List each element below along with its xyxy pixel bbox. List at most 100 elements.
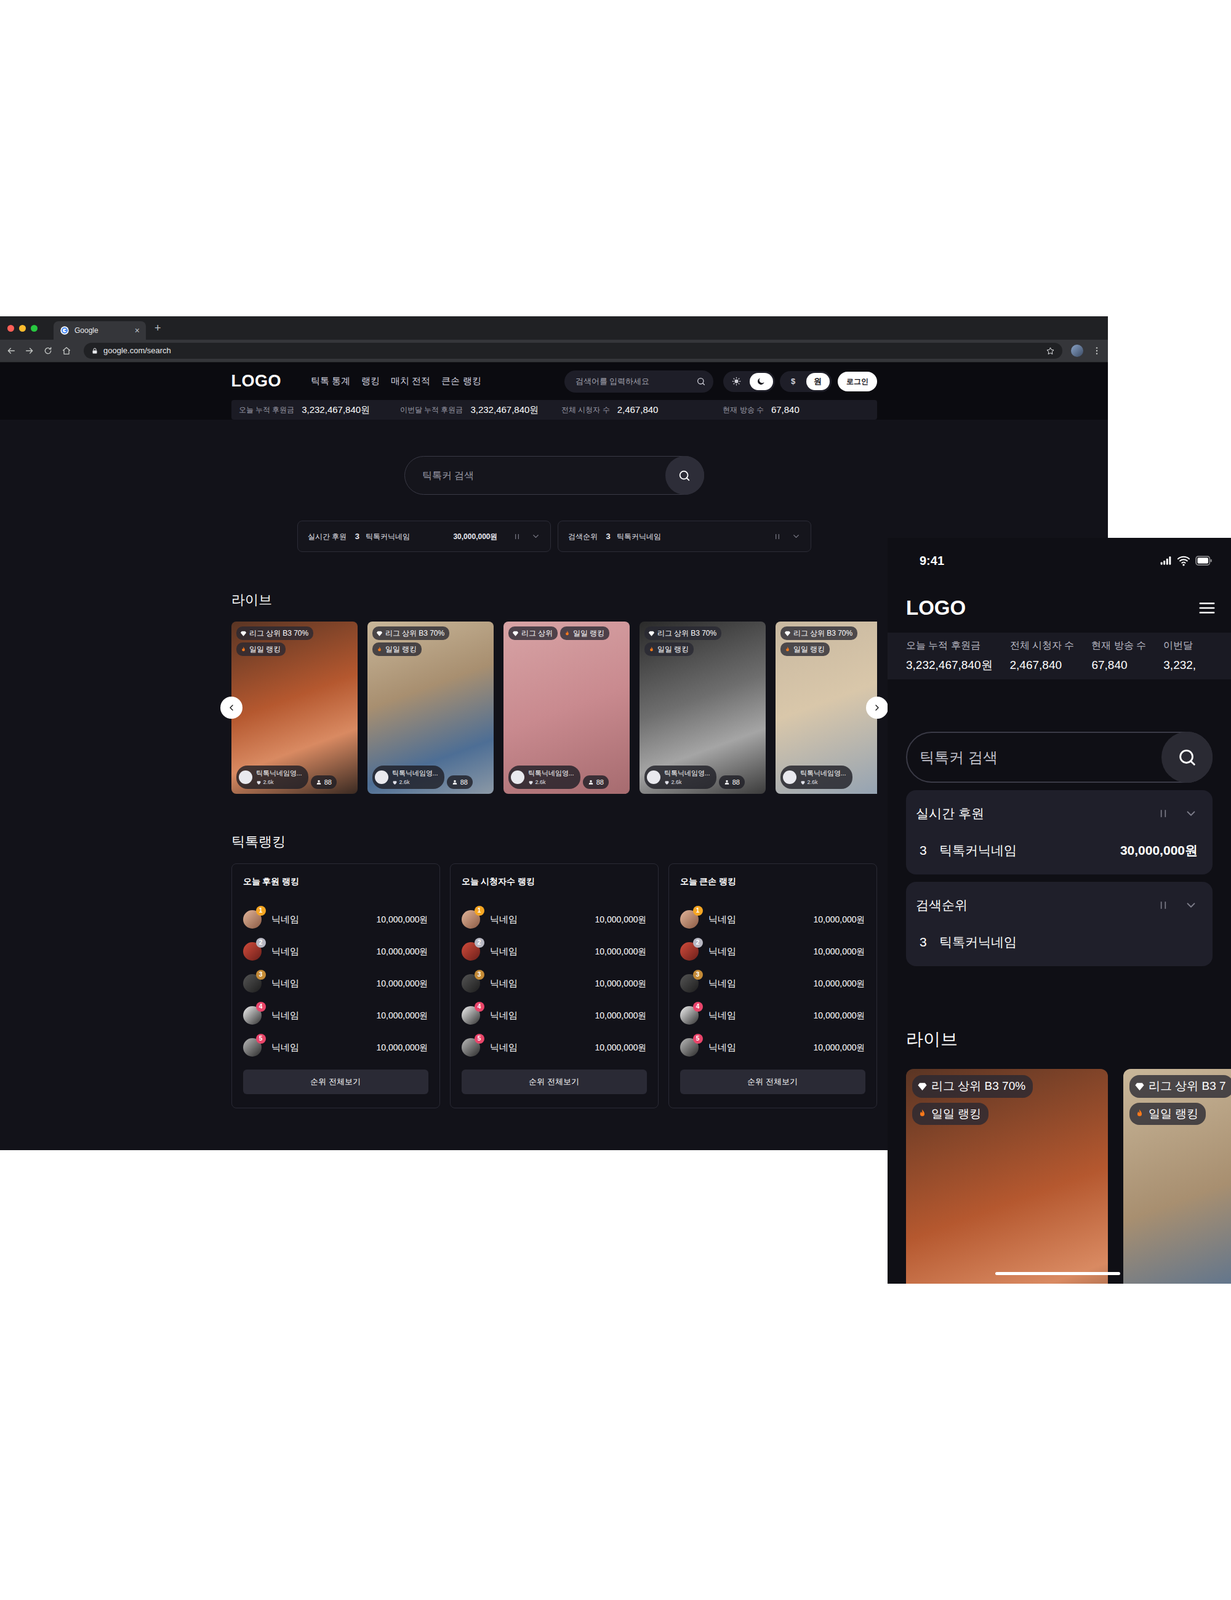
ranking-row[interactable]: 3닉네임10,000,000원 <box>680 967 866 1000</box>
card-footer-info: 틱톡닉네임영...2.6k88 <box>644 765 761 790</box>
battery-icon <box>1195 552 1213 570</box>
nav-link[interactable]: 큰손 랭킹 <box>441 374 481 389</box>
diamond-icon <box>648 630 655 638</box>
stat-label: 오늘 누적 후원금 <box>238 404 295 416</box>
nav-link[interactable]: 랭킹 <box>361 374 380 389</box>
tag-badge: 리그 상위 B3 70% <box>236 626 314 641</box>
ranking-row[interactable]: 5닉네임10,000,000원 <box>243 1031 429 1064</box>
window-control-dot[interactable] <box>7 324 15 332</box>
ranking-row[interactable]: 3닉네임10,000,000원 <box>461 967 647 1000</box>
user-name: 닉네임 <box>708 976 737 991</box>
ranking-row[interactable]: 3닉네임10,000,000원 <box>243 967 429 1000</box>
url-field[interactable]: google.com/search <box>83 342 1063 359</box>
ranking-row[interactable]: 5닉네임10,000,000원 <box>680 1031 866 1064</box>
live-section-title: 라이브 <box>231 589 878 610</box>
ranking-row[interactable]: 2닉네임10,000,000원 <box>680 935 866 968</box>
previous-button[interactable] <box>220 696 243 719</box>
ticker-title: 검색순위 <box>568 531 598 543</box>
logo[interactable]: LOGO <box>906 592 966 624</box>
live-card[interactable]: 리그 상위 B3 70%일일 랭킹틱톡닉네임영...2.6k <box>775 621 878 794</box>
nav-link[interactable]: 틱톡 통계 <box>310 374 351 389</box>
view-all-button[interactable]: 순위 전체보기 <box>680 1069 866 1095</box>
tab-close-button[interactable]: × <box>134 324 140 338</box>
live-card[interactable]: 리그 상위 B3 70%일일 랭킹틱톡닉네임영...2.6k88 <box>231 621 358 794</box>
live-card[interactable]: 리그 상위 B3 7일일 랭킹 <box>1123 1069 1231 1284</box>
streamer-name: 틱톡닉네임영... <box>392 768 439 779</box>
logo[interactable]: LOGO <box>231 368 282 394</box>
ticker-title: 실시간 후원 <box>915 803 985 824</box>
user-avatar: 3 <box>680 974 699 993</box>
user-name: 닉네임 <box>271 976 300 991</box>
ticker-card[interactable]: 실시간 후원3틱톡커닉네임30,000,000원 <box>906 790 1213 875</box>
ranking-row[interactable]: 4닉네임10,000,000원 <box>680 999 866 1032</box>
ranking-row[interactable]: 1닉네임10,000,000원 <box>243 903 429 936</box>
streamer-avatar <box>510 770 525 785</box>
tiktoker-search <box>906 731 1213 783</box>
stat-value: 67,840 <box>771 403 800 418</box>
viewer-pill: 88 <box>446 775 473 790</box>
ticker-box[interactable]: 검색순위3틱톡커닉네임 <box>557 520 812 553</box>
header-container: LOGO 틱톡 통계 랭킹 매치 전적 큰손 랭킹 $원 로그인오늘 누적 후원금3,232… <box>231 362 878 420</box>
window-control-dot[interactable] <box>30 324 38 332</box>
view-all-button[interactable]: 순위 전체보기 <box>243 1069 429 1095</box>
user-name: 닉네임 <box>708 912 737 927</box>
tag-label: 일일 랭킹 <box>657 643 689 655</box>
rank-badge: 5 <box>474 1034 485 1044</box>
nav-link[interactable]: 매치 전적 <box>390 374 431 389</box>
moon-icon <box>756 376 766 386</box>
stat-value: 67,840 <box>1091 656 1147 675</box>
hamburger-menu-icon <box>1197 598 1217 618</box>
currency-option[interactable]: $ <box>781 372 806 391</box>
profile-avatar[interactable] <box>1070 344 1084 357</box>
user-value: 10,000,000원 <box>376 913 428 927</box>
login-button[interactable]: 로그인 <box>837 371 878 392</box>
person-icon <box>587 779 594 786</box>
ranking-row[interactable]: 1닉네임10,000,000원 <box>680 903 866 936</box>
stats-bar: 오늘 누적 후원금3,232,467,840원이번달 누적 후원금3,232,4… <box>231 400 878 420</box>
viewer-count: 88 <box>460 777 468 788</box>
tag-label: 일일 랭킹 <box>793 643 825 655</box>
user-avatar: 1 <box>680 910 699 929</box>
light-theme-option[interactable] <box>725 372 749 391</box>
menu-button[interactable] <box>1197 598 1217 618</box>
url-text: google.com/search <box>103 344 172 357</box>
header-search-input[interactable] <box>574 374 697 389</box>
ticker-card[interactable]: 검색순위3틱톡커닉네임 <box>906 882 1213 967</box>
lock-icon <box>91 347 99 355</box>
tiktoker-search-input[interactable] <box>907 745 1163 770</box>
tiktoker-search-input[interactable] <box>404 467 666 484</box>
window-controls <box>7 324 38 332</box>
ranking-row[interactable]: 4닉네임10,000,000원 <box>243 999 429 1032</box>
view-all-button[interactable]: 순위 전체보기 <box>461 1069 647 1095</box>
tab-title: Google <box>74 324 135 337</box>
ranking-panel-title: 오늘 큰손 랭킹 <box>680 875 866 889</box>
live-card[interactable]: 리그 상위 B3 70%일일 랭킹틱톡닉네임영...2.6k88 <box>639 621 766 794</box>
streamer-text: 틱톡닉네임영...2.6k <box>800 768 847 787</box>
window-control-dot[interactable] <box>19 324 26 332</box>
chevron-down-icon <box>791 531 801 542</box>
streamer-avatar <box>238 770 253 785</box>
browser-tab[interactable]: Google× <box>53 321 146 340</box>
ranking-row[interactable]: 2닉네임10,000,000원 <box>461 935 647 968</box>
search-button[interactable] <box>1161 731 1213 783</box>
chevron-down-icon <box>1184 898 1198 913</box>
live-card[interactable]: 리그 상위 B3 70%일일 랭킹 <box>906 1069 1108 1284</box>
currency-option[interactable]: 원 <box>806 372 830 391</box>
ranking-row[interactable]: 5닉네임10,000,000원 <box>461 1031 647 1064</box>
ranking-row[interactable]: 4닉네임10,000,000원 <box>461 999 647 1032</box>
ranking-row[interactable]: 2닉네임10,000,000원 <box>243 935 429 968</box>
stat-label: 전체 시청자 수 <box>561 404 610 416</box>
rank-badge: 4 <box>474 1002 485 1012</box>
rank-badge: 4 <box>693 1002 703 1012</box>
next-button[interactable] <box>866 696 889 719</box>
live-card[interactable]: 리그 상위 B3 70%일일 랭킹틱톡닉네임영...2.6k88 <box>367 621 494 794</box>
ticker-box[interactable]: 실시간 후원3틱톡커닉네임30,000,000원 <box>297 520 551 553</box>
likes: 2.6k <box>392 778 439 788</box>
live-card[interactable]: 리그 상위일일 랭킹틱톡닉네임영...2.6k88 <box>503 621 630 794</box>
new-tab-button[interactable]: + <box>154 322 162 334</box>
ranking-section-title: 틱톡랭킹 <box>231 831 878 852</box>
dark-theme-option[interactable] <box>749 372 774 391</box>
search-button[interactable] <box>665 456 705 495</box>
ranking-row[interactable]: 1닉네임10,000,000원 <box>461 903 647 936</box>
streamer-pill: 틱톡닉네임영...2.6k <box>236 765 309 790</box>
